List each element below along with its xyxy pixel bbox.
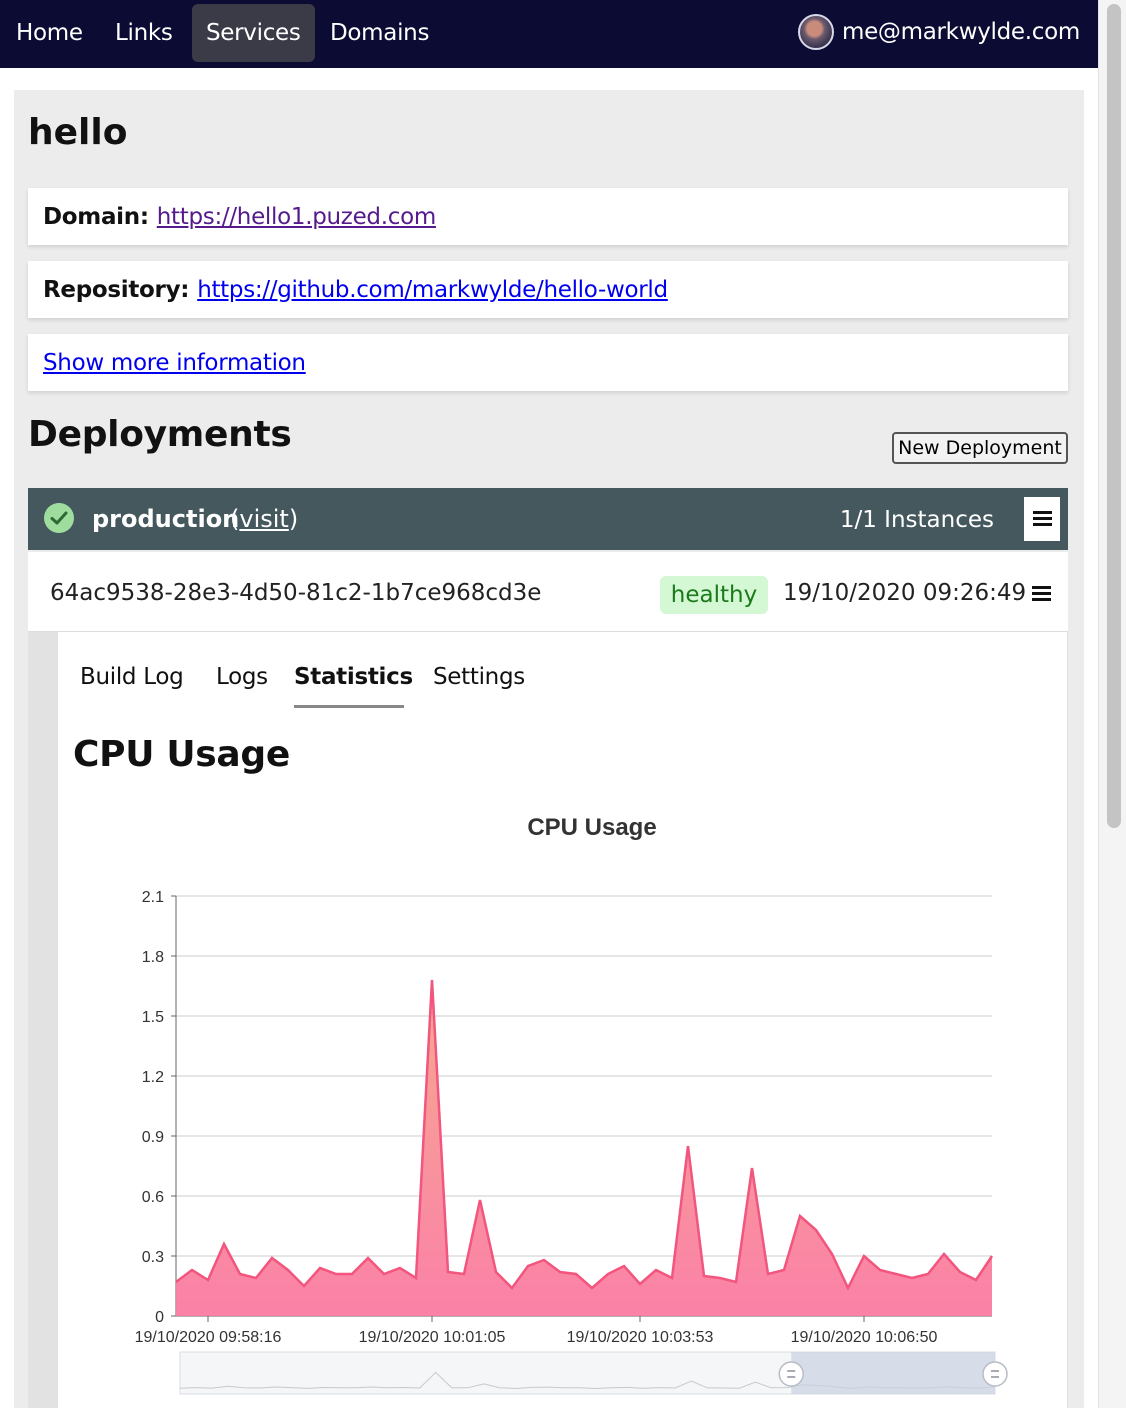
domain-card: Domain: https://hello1.puzed.com [28, 188, 1068, 245]
page-scrollbar[interactable] [1098, 0, 1126, 1408]
cpu-series-line [175, 979, 994, 1291]
x-tick-label: 19/10/2020 10:01:05 [359, 1329, 506, 1346]
avatar [797, 14, 834, 50]
top-nav: Home Links Services Domains me@markwylde… [0, 0, 1098, 68]
deployment-date: 19/10/2020 09:26:49 [783, 580, 1027, 606]
domain-label: Domain: [43, 203, 149, 230]
y-tick-label: 0.9 [142, 1129, 164, 1146]
user-menu[interactable]: me@markwylde.com [797, 14, 1080, 50]
user-email: me@markwylde.com [841, 19, 1080, 45]
check-circle-icon [44, 503, 74, 533]
y-tick-label: 0.3 [142, 1249, 164, 1266]
tab-logs[interactable]: Logs [216, 664, 268, 708]
y-tick-label: 1.5 [142, 1009, 164, 1026]
nav-links[interactable]: Links [101, 4, 187, 62]
y-tick-label: 0.6 [142, 1189, 164, 1206]
zoom-handle-left[interactable] [778, 1361, 804, 1387]
y-tick-label: 0 [155, 1309, 164, 1326]
instances-count: 1/1 Instances [839, 507, 994, 533]
nav-home[interactable]: Home [2, 4, 97, 62]
show-more-link[interactable]: Show more information [43, 350, 306, 376]
cpu-usage-heading: CPU Usage [73, 734, 291, 775]
environment-visit: (visit) [230, 505, 299, 533]
y-tick-label: 2.1 [142, 889, 164, 906]
zoom-handle-right[interactable] [982, 1361, 1008, 1387]
repository-label: Repository: [43, 276, 190, 303]
x-tick-label: 19/10/2020 09:58:16 [135, 1329, 282, 1346]
nav-domains[interactable]: Domains [316, 4, 443, 62]
y-tick-label: 1.2 [142, 1069, 164, 1086]
visit-link[interactable]: visit [239, 505, 288, 533]
cpu-usage-chart: CPU Usage 0 0.3 0.6 0.9 1.2 1.5 1.8 2.1 19/10/202… [135, 814, 1008, 1395]
deployment-row[interactable]: 64ac9538-28e3-4d50-81c2-1b7ce968cd3e hea… [28, 552, 1068, 632]
chart-title: CPU Usage [527, 814, 656, 841]
environment-name: production [92, 505, 240, 533]
deployments-title: Deployments [28, 414, 292, 455]
environment-header: production (visit) 1/1 Instances [28, 488, 1068, 550]
x-tick-label: 19/10/2020 10:06:50 [791, 1329, 938, 1346]
cpu-area [176, 980, 992, 1316]
y-tick-label: 1.8 [142, 949, 164, 966]
deployment-indent [28, 632, 58, 1408]
tab-statistics[interactable]: Statistics [294, 664, 413, 708]
environment-menu-button[interactable] [1024, 497, 1060, 541]
show-more-card: Show more information [28, 334, 1068, 391]
repository-link[interactable]: https://github.com/markwylde/hello-world [197, 277, 668, 303]
status-badge: healthy [660, 576, 768, 614]
x-tick-label: 19/10/2020 10:03:53 [567, 1329, 714, 1346]
tab-settings[interactable]: Settings [433, 664, 525, 708]
deployment-id: 64ac9538-28e3-4d50-81c2-1b7ce968cd3e [50, 580, 542, 606]
nav-services[interactable]: Services [192, 4, 315, 62]
tab-build-log[interactable]: Build Log [80, 664, 184, 708]
zoom-window[interactable] [791, 1352, 995, 1394]
repository-card: Repository: https://github.com/markwylde… [28, 261, 1068, 318]
domain-link[interactable]: https://hello1.puzed.com [157, 204, 437, 230]
page-title: hello [28, 112, 128, 153]
new-deployment-button[interactable]: New Deployment [892, 432, 1068, 464]
scrollbar-thumb[interactable] [1107, 4, 1121, 828]
deployment-menu-button[interactable] [1030, 582, 1054, 606]
